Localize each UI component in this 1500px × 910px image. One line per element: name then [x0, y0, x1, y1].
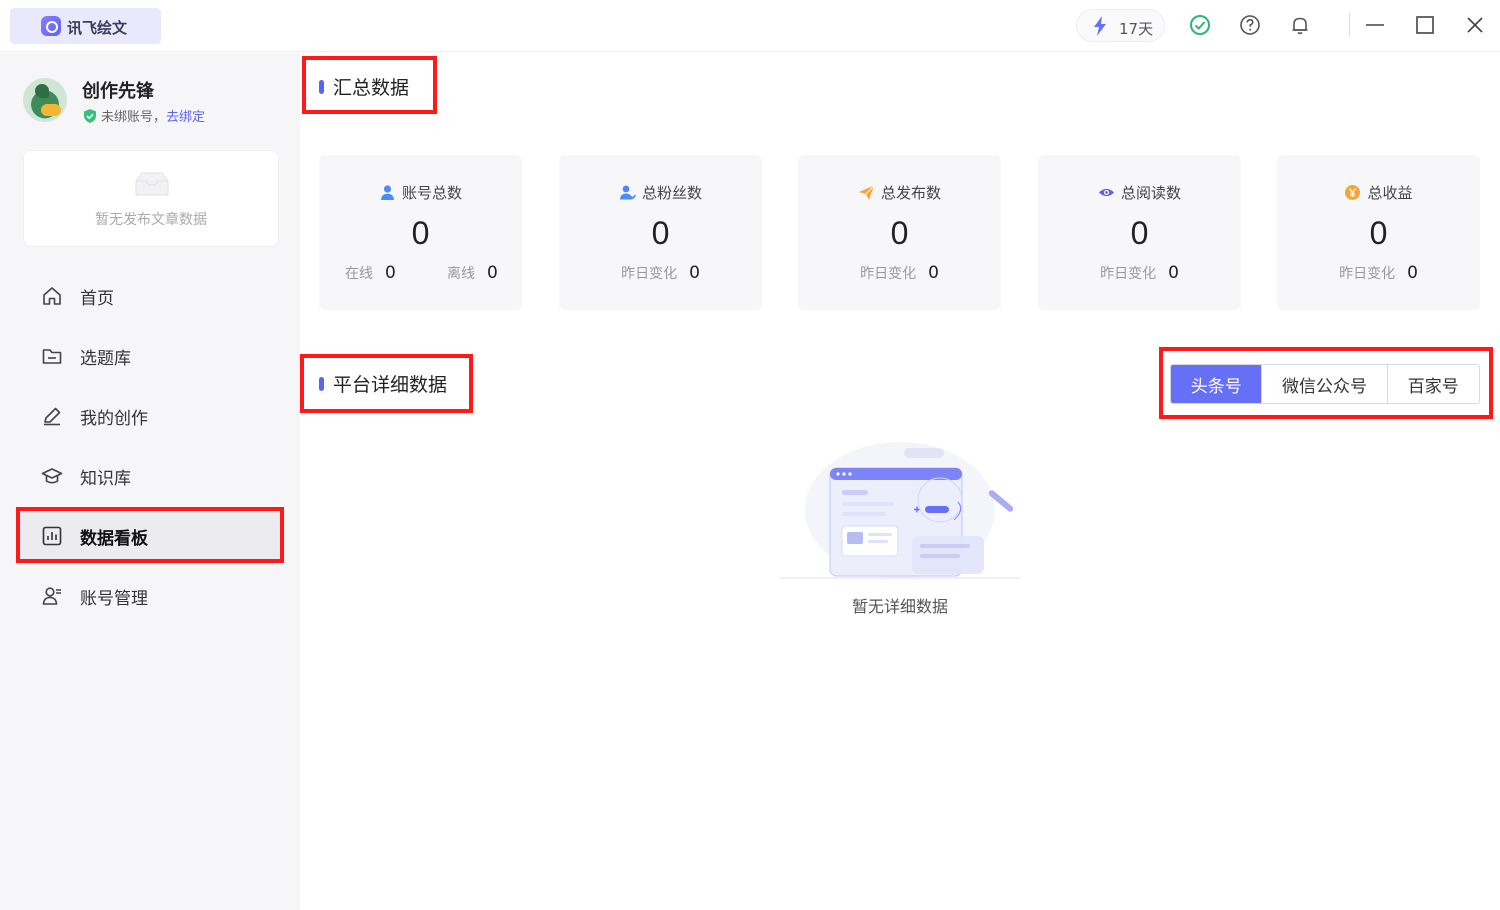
app-brand[interactable]: 讯飞绘文	[10, 8, 161, 44]
stat-card-accounts: 账号总数 0 在线 0 离线 0	[319, 155, 522, 310]
eye-icon	[1098, 188, 1115, 197]
maximize-icon[interactable]	[1414, 14, 1436, 36]
avatar[interactable]	[23, 78, 67, 122]
graduation-cap-icon	[41, 468, 63, 484]
change-value: 0	[1407, 263, 1418, 283]
sidebar-item-label: 我的创作	[80, 409, 148, 429]
stat-card-reads: 总阅读数 0 昨日变化 0	[1038, 155, 1241, 310]
offline-count: 离线 0	[447, 263, 498, 283]
stat-card-label: 账号总数	[401, 184, 462, 202]
account-status-text: 未绑账号，	[101, 110, 167, 125]
tab-wechat-official[interactable]: 微信公众号	[1262, 365, 1388, 403]
stat-card-label: 总发布数	[880, 184, 941, 202]
sidebar-item-label: 选题库	[80, 349, 131, 369]
stat-card-footer: 昨日变化 0	[1277, 263, 1480, 283]
help-icon[interactable]	[1239, 14, 1261, 36]
stat-card-header: 账号总数	[319, 182, 522, 203]
empty-state-text: 暂无详细数据	[851, 597, 948, 616]
summary-title: 汇总数据	[333, 77, 410, 99]
close-icon[interactable]	[1464, 14, 1486, 36]
minimize-icon[interactable]	[1364, 14, 1386, 36]
empty-card-text: 暂无发布文章数据	[95, 212, 207, 228]
empty-inbox-icon	[135, 172, 169, 196]
change-label: 昨日变化	[621, 266, 678, 282]
stat-card-footer: 昨日变化 0	[798, 263, 1001, 283]
platform-section-title: 平台详细数据	[319, 370, 447, 397]
stat-card-value: 0	[1369, 215, 1388, 251]
stat-card-value: 0	[1130, 215, 1149, 251]
section-marker	[319, 376, 324, 391]
bar-chart-icon	[42, 526, 62, 546]
stat-card-label: 总收益	[1367, 184, 1413, 202]
stat-card-header: 总粉丝数	[559, 182, 762, 203]
stat-card-earnings: 总收益 0 昨日变化 0	[1277, 155, 1480, 310]
sidebar-item-label: 首页	[80, 289, 114, 309]
change-label: 昨日变化	[1100, 266, 1157, 282]
tab-toutiao[interactable]: 头条号	[1171, 365, 1263, 403]
stat-card-label: 总粉丝数	[641, 184, 702, 202]
platform-title: 平台详细数据	[333, 374, 448, 396]
fans-icon	[619, 185, 636, 200]
sidebar-item-data-dashboard[interactable]: 数据看板	[16, 507, 284, 563]
platform-tabs: 头条号 微信公众号 百家号	[1170, 364, 1480, 404]
user-icon	[380, 185, 394, 200]
change-value: 0	[1168, 263, 1179, 283]
stat-card-publishes: 总发布数 0 昨日变化 0	[798, 155, 1001, 310]
section-marker	[319, 79, 324, 94]
change-label: 昨日变化	[860, 266, 917, 282]
stat-card-footer: 昨日变化 0	[1038, 263, 1241, 283]
shield-check-icon	[84, 108, 96, 123]
change-label: 昨日变化	[1339, 266, 1396, 282]
stat-card-header: 总阅读数	[1038, 182, 1241, 203]
send-icon	[858, 185, 875, 200]
sidebar-item-label: 数据看板	[80, 529, 148, 549]
title-bar: 讯飞绘文 17天	[0, 0, 1500, 52]
sidebar: 创作先锋 未绑账号， 去绑定 暂无发布文章数据 首页 选题库 我的创作 知识库 …	[0, 53, 300, 910]
sidebar-item-topics[interactable]: 选题库	[16, 327, 284, 383]
app-logo-icon	[41, 16, 61, 36]
online-label: 在线	[345, 266, 373, 282]
user-name: 创作先锋	[82, 81, 154, 102]
empty-state-illustration	[780, 442, 1020, 579]
stat-card-header: 总发布数	[798, 182, 1001, 203]
bind-account-link[interactable]: 去绑定	[166, 106, 205, 125]
sidebar-item-home[interactable]: 首页	[16, 267, 284, 323]
stat-card-header: 总收益	[1277, 182, 1480, 203]
offline-value: 0	[487, 263, 498, 283]
pen-icon	[44, 407, 61, 426]
article-stats-card: 暂无发布文章数据	[23, 150, 279, 247]
bell-icon[interactable]	[1289, 14, 1311, 36]
yen-coin-icon	[1345, 185, 1361, 200]
online-value: 0	[385, 263, 396, 283]
change-value: 0	[928, 263, 939, 283]
sidebar-item-my-creations[interactable]: 我的创作	[16, 387, 284, 443]
sidebar-item-label: 知识库	[80, 469, 131, 489]
online-count: 在线 0	[345, 263, 396, 283]
tab-baijiahao[interactable]: 百家号	[1388, 365, 1479, 403]
trial-badge[interactable]: 17天	[1076, 9, 1165, 42]
app-name: 讯飞绘文	[67, 19, 128, 37]
stat-card-label: 总阅读数	[1120, 184, 1181, 202]
trial-days: 17天	[1119, 20, 1154, 38]
summary-section-title: 汇总数据	[319, 73, 409, 100]
sidebar-item-knowledge[interactable]: 知识库	[16, 447, 284, 503]
account-status: 未绑账号， 去绑定	[82, 106, 205, 125]
lightning-icon	[1094, 16, 1106, 36]
stat-card-value: 0	[890, 215, 909, 251]
stat-card-footer: 昨日变化 0	[559, 263, 762, 283]
home-icon	[43, 287, 61, 305]
stat-card-value: 0	[411, 215, 430, 251]
offline-label: 离线	[447, 266, 475, 282]
titlebar-separator	[1349, 13, 1350, 37]
stat-card-fans: 总粉丝数 0 昨日变化 0	[559, 155, 762, 310]
stat-card-value: 0	[651, 215, 670, 251]
change-value: 0	[689, 263, 700, 283]
folder-icon	[42, 349, 62, 364]
check-circle-icon[interactable]	[1189, 14, 1211, 36]
